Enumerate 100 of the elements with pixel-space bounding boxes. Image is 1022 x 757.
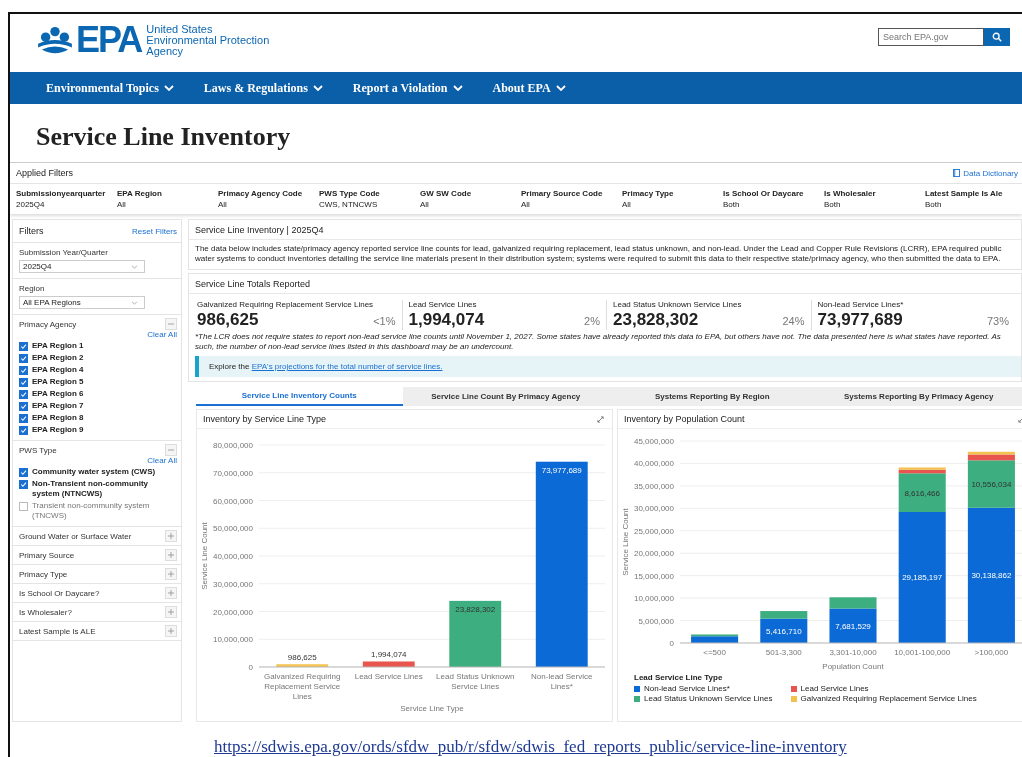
x-category-label: <=500	[703, 648, 726, 657]
checkbox-label: EPA Region 2	[32, 353, 84, 363]
checkbox[interactable]	[19, 342, 28, 351]
clear-all-link[interactable]: Clear All	[147, 456, 177, 465]
y-tick-label: 50,000,000	[212, 524, 253, 534]
filter-value: All	[218, 200, 228, 209]
y-axis-title: Service Line Count	[621, 508, 630, 576]
checkbox-label: EPA Region 9	[32, 425, 84, 435]
y-tick-label: 15,000,000	[633, 571, 674, 581]
agency-name: United States Environmental Protection Agency	[146, 23, 270, 57]
checkbox-label: EPA Region 4	[32, 365, 84, 375]
bar-value-label: 1,994,074	[370, 650, 407, 660]
stat-percentage: 24%	[782, 315, 805, 327]
stat-value: 986,625	[197, 310, 259, 330]
plus-icon	[168, 609, 174, 615]
plus-icon	[168, 628, 174, 634]
plus-icon	[168, 590, 174, 596]
legend-label: Galvanized Requiring Replacement Service Lines	[800, 694, 977, 703]
x-category-label: Lead Status Unknown Service Lines	[436, 672, 515, 691]
filter-value: Both	[925, 200, 943, 209]
checkbox[interactable]	[19, 426, 28, 435]
dropdown-select[interactable]: All EPA Regions	[19, 296, 145, 309]
projections-link[interactable]: EPA's projections for the total number of service lines.	[251, 362, 443, 371]
checkbox[interactable]	[19, 502, 28, 511]
filter-value: All	[117, 200, 127, 209]
chart-title: Inventory by Population Count	[624, 414, 745, 424]
search-button[interactable]	[984, 28, 1010, 46]
filter-section-title: Primary Source	[19, 550, 75, 560]
y-tick-label: 25,000,000	[633, 526, 674, 536]
chevron-down-icon	[131, 264, 138, 269]
legend-label: Non-lead Service Lines*	[644, 684, 730, 693]
callout-message: Explore the EPA's projections for the total number of service lines.	[195, 356, 1021, 377]
logo-acronym: EPA	[76, 22, 142, 58]
y-tick-label: 60,000,000	[212, 496, 253, 506]
minus-icon	[168, 321, 174, 327]
checkbox[interactable]	[19, 480, 28, 489]
y-tick-label: 45,000,000	[633, 437, 674, 446]
plus-icon	[168, 571, 174, 577]
filter-value: 2025Q4	[16, 200, 46, 209]
legend-label: Lead Service Lines	[800, 684, 869, 693]
applied-filters-title: Applied Filters	[16, 168, 74, 178]
y-tick-label: 80,000,000	[212, 441, 253, 450]
checkbox[interactable]	[19, 402, 28, 411]
y-tick-label: 40,000,000	[633, 459, 674, 469]
chevron-down-icon	[452, 85, 463, 91]
reset-filters-link[interactable]: Reset Filters	[132, 226, 177, 236]
checkbox[interactable]	[19, 390, 28, 399]
filter-value: All	[622, 200, 632, 209]
footnote: *The LCR does not require states to report non-lead service line counts until November 1, 2027. Some states have already reported this data to EPA, but others have not. The data presented here is what states have reported. As such, the number of non-lead service lines listed in this dashboard may be an undercount.	[195, 332, 1002, 352]
checkbox-label: Transient non-community system (TNCWS)	[32, 501, 151, 521]
chart-title: Inventory by Service Line Type	[203, 414, 326, 424]
nav-menu-item[interactable]: About EPA	[492, 80, 566, 96]
checkbox[interactable]	[19, 414, 28, 423]
select-label: Submission Year/Quarter	[19, 248, 109, 257]
nav-menu-item[interactable]: Environmental Topics	[46, 80, 174, 96]
bar-value-label: 986,625	[287, 653, 317, 663]
bar-value-label: 23,828,302	[455, 604, 496, 614]
filter-label: Primacy Type	[622, 189, 675, 198]
filter-value: CWS, NTNCWS	[319, 200, 379, 209]
minus-icon	[168, 447, 174, 453]
x-category-label: Galvanized Requiring Replacement Service Lines	[264, 672, 341, 701]
bar-value-label: 29,185,197	[902, 573, 943, 583]
y-tick-label: 20,000,000	[212, 607, 253, 617]
y-tick-label: 30,000,000	[633, 504, 674, 514]
checkbox[interactable]	[19, 366, 28, 375]
filter-label: Primacy Agency Code	[218, 189, 304, 198]
checkbox[interactable]	[19, 468, 28, 477]
bar-value-label: 5,416,710	[766, 626, 802, 636]
checkbox[interactable]	[19, 378, 28, 387]
x-category-label: >100,000	[974, 648, 1009, 657]
y-tick-label: 35,000,000	[633, 481, 674, 491]
bar-value-label: 73,977,689	[541, 465, 582, 475]
filter-label: Is Wholesaler	[824, 189, 877, 198]
intro-paragraph: The data below includes state/primacy agency reported service line counts for lead, galvanized requiring replacement, lead status unknown, and non-lead. Under the Lead and Copper Rule Revisions (LCRR), EPA required public water systems to conduct inventories detailing the service line materials present in their distribution system; systems were required to submit this data to their respective state/primacy agency, who then submitted the data to EPA.	[194, 243, 1003, 265]
data-dictionary-link[interactable]: Data Dictionary	[953, 168, 1018, 178]
stat-value: 1,994,074	[408, 310, 485, 330]
checkbox[interactable]	[19, 354, 28, 363]
clear-all-link[interactable]: Clear All	[147, 330, 177, 339]
plus-icon	[168, 533, 174, 539]
x-category-label: 501-3,300	[765, 648, 802, 657]
x-category-label: 3,301-10,000	[829, 648, 877, 657]
expand-icon[interactable]	[597, 415, 604, 423]
bar-value-label: 8,616,466	[904, 488, 940, 498]
nav-menu-item[interactable]: Report a Violation	[352, 80, 463, 96]
filter-label: Is School Or Daycare	[723, 189, 805, 198]
tab[interactable]: Service Line Inventory Counts	[196, 387, 403, 406]
filter-section-title: Latest Sample Is ALE	[19, 626, 96, 636]
y-tick-label: 0	[248, 663, 253, 672]
y-tick-label: 30,000,000	[212, 579, 253, 589]
search-field[interactable]: Search EPA.gov	[878, 28, 984, 46]
dropdown-select[interactable]: 2025Q4	[19, 260, 145, 273]
section-title: Service Line Totals Reported	[189, 274, 1021, 294]
filter-value: Both	[824, 200, 842, 209]
filter-value: All	[521, 200, 531, 209]
checkbox-label: Community water system (CWS)	[32, 467, 156, 477]
checkbox-label: EPA Region 7	[32, 401, 84, 411]
filter-section-title: Primacy Agency	[19, 319, 77, 329]
filters-title: Filters	[19, 226, 44, 236]
source-url-link[interactable]: https://sdwis.epa.gov/ords/sfdw_pub/r/sfdw/sdwis_fed_reports_public/service-line-inventory	[214, 737, 847, 757]
nav-menu-item[interactable]: Laws & Regulations	[203, 80, 323, 96]
